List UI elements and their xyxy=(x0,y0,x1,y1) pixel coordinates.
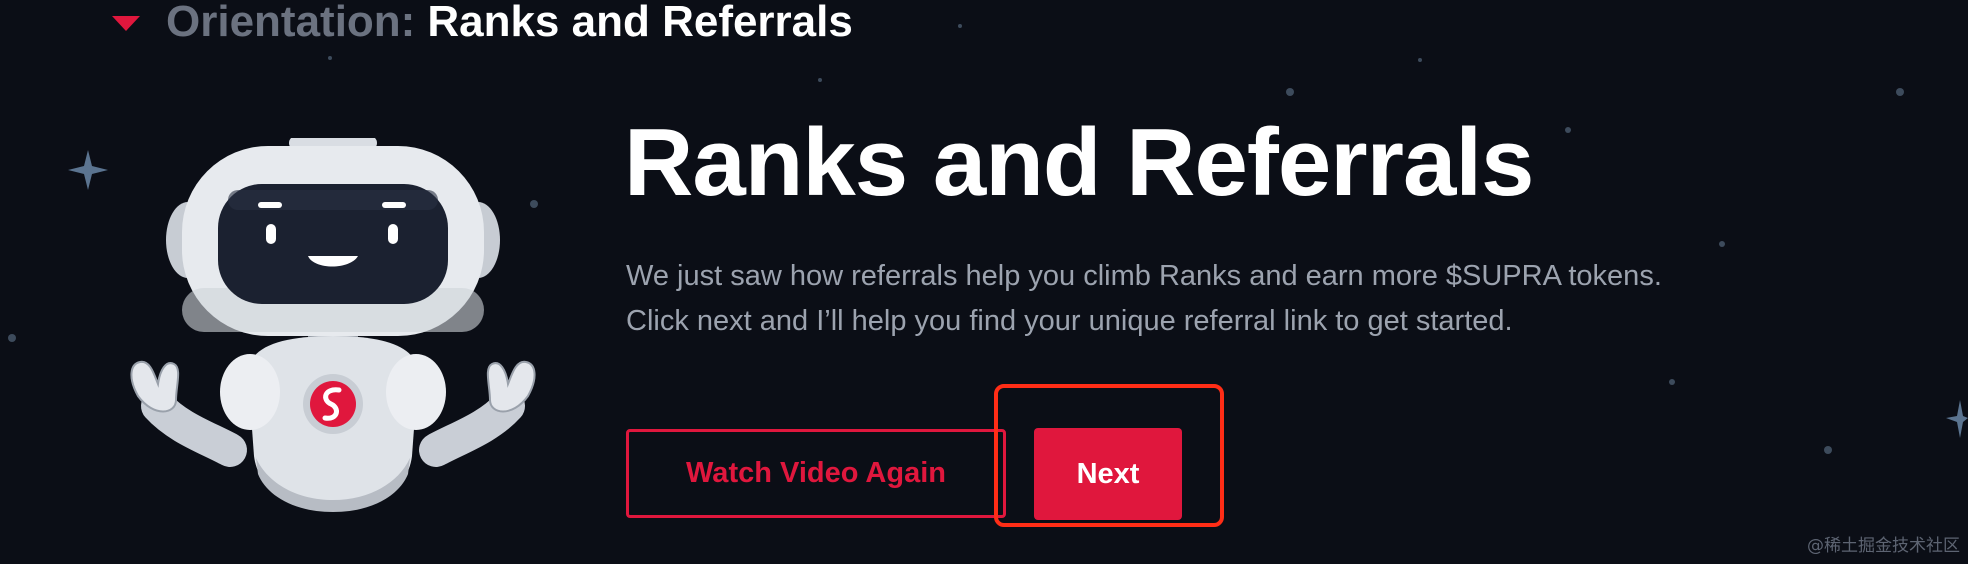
section-header-title: Ranks and Referrals xyxy=(427,0,853,46)
watermark: @稀土掘金技术社区 xyxy=(1807,536,1960,556)
caret-down-icon[interactable] xyxy=(112,15,140,31)
page-title: Ranks and Referrals xyxy=(624,109,1534,216)
watch-video-again-button[interactable]: Watch Video Again xyxy=(626,429,1006,518)
section-header-prefix: Orientation: xyxy=(166,0,416,46)
page-description: We just saw how referrals help you climb… xyxy=(626,260,1662,337)
robot-mascot xyxy=(130,138,536,512)
next-button[interactable]: Next xyxy=(1034,428,1182,520)
section-header[interactable]: Orientation: Ranks and Referrals xyxy=(112,0,853,50)
